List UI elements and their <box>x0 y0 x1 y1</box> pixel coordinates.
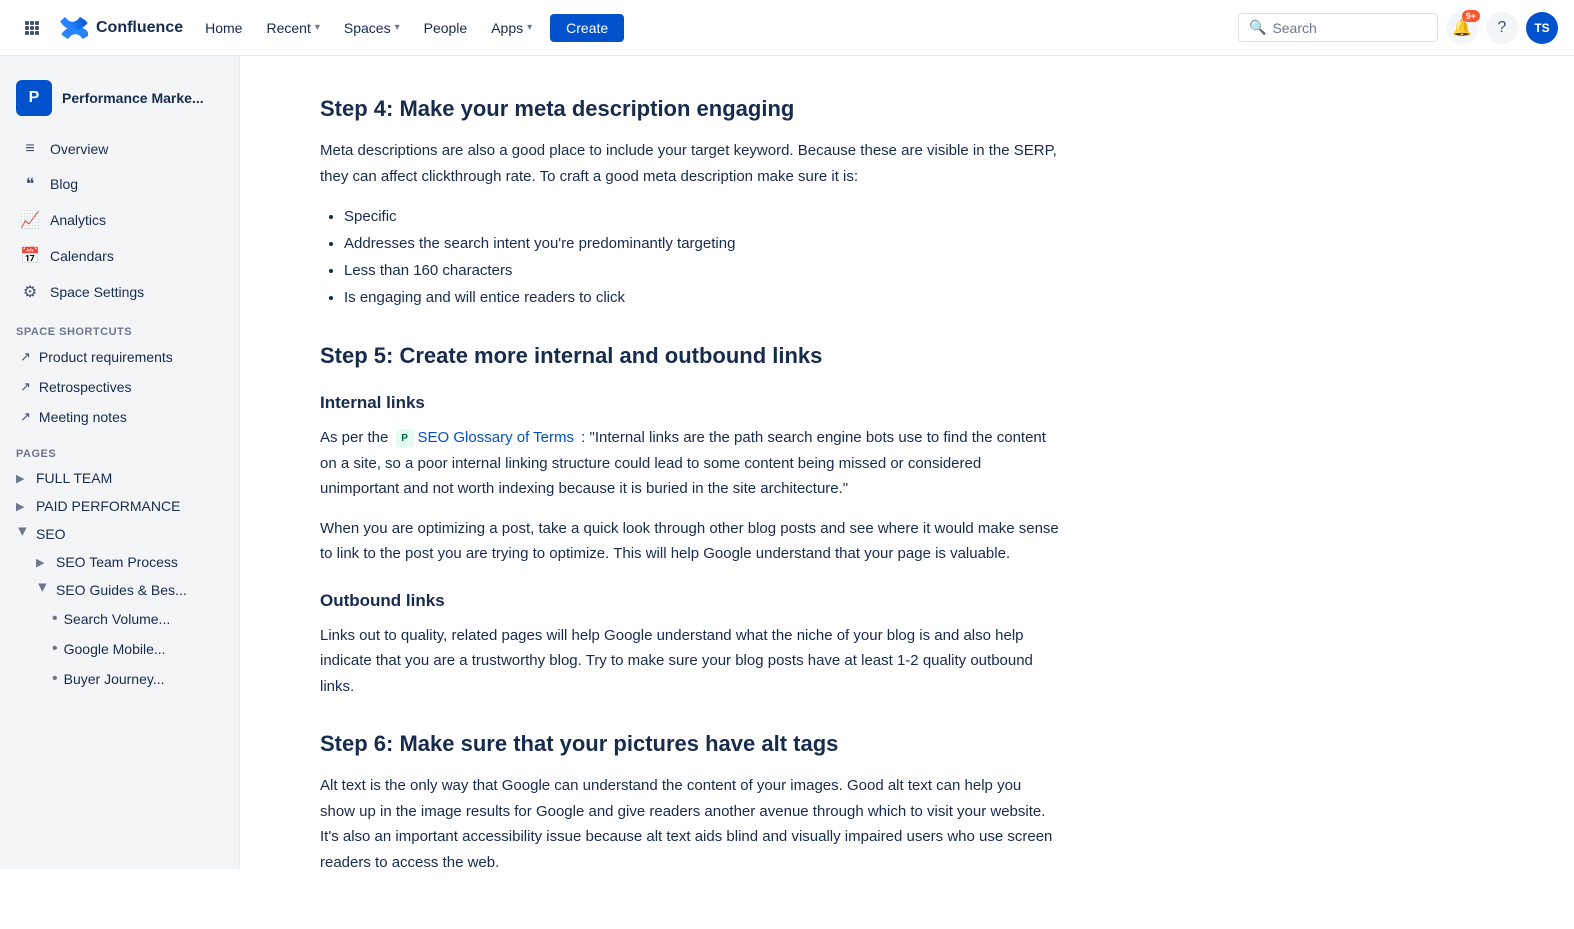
tree-collapse-arrow: ▶ <box>36 556 50 569</box>
tree-item-seo-guides[interactable]: ▶ SEO Guides & Bes... <box>0 576 239 604</box>
sidebar-item-blog[interactable]: ❝ Blog <box>4 166 235 202</box>
recent-link[interactable]: Recent ▾ <box>256 14 329 42</box>
sidebar-item-calendars[interactable]: 📅 Calendars <box>4 238 235 274</box>
overview-icon: ≡ <box>20 140 40 158</box>
avatar[interactable]: TS <box>1526 12 1558 44</box>
people-link[interactable]: People <box>414 14 478 42</box>
shortcuts-section-label: SPACE SHORTCUTS <box>0 310 239 342</box>
external-link-icon: ↗ <box>20 349 31 365</box>
spaces-dropdown-arrow: ▾ <box>395 22 400 33</box>
tree-item-paid-performance[interactable]: ▶ PAID PERFORMANCE <box>0 492 239 520</box>
tree-collapse-arrow: ▶ <box>17 527 30 541</box>
list-item: Specific <box>344 203 1060 230</box>
topnav-right: 🔍 Search 🔔 9+ ? TS <box>1238 12 1558 44</box>
app-layout: P Performance Marke... ≡ Overview ❝ Blog… <box>0 56 1574 929</box>
sidebar-item-label: Blog <box>50 176 78 192</box>
settings-icon: ⚙ <box>20 282 40 302</box>
grid-icon[interactable] <box>16 12 48 44</box>
internal-links-para2: When you are optimizing a post, take a q… <box>320 516 1060 567</box>
notifications-button[interactable]: 🔔 9+ <box>1446 12 1478 44</box>
step6-heading: Step 6: Make sure that your pictures hav… <box>320 731 1060 757</box>
analytics-icon: 📈 <box>20 210 40 230</box>
sidebar-item-label: Analytics <box>50 212 106 228</box>
blog-icon: ❝ <box>20 174 40 194</box>
internal-links-para: As per the PSEO Glossary of Terms : "Int… <box>320 425 1060 502</box>
sidebar-item-label: Calendars <box>50 248 114 264</box>
search-icon: 🔍 <box>1249 19 1266 36</box>
tree-item-google-mobile[interactable]: • Google Mobile... <box>0 634 239 664</box>
sidebar-item-analytics[interactable]: 📈 Analytics <box>4 202 235 238</box>
help-button[interactable]: ? <box>1486 12 1518 44</box>
sidebar-item-label: Space Settings <box>50 284 144 300</box>
outbound-links-heading: Outbound links <box>320 591 1060 611</box>
confluence-logo[interactable]: Confluence <box>60 14 183 42</box>
shortcut-retrospectives[interactable]: ↗ Retrospectives <box>4 372 235 402</box>
internal-links-pre: As per the <box>320 429 388 446</box>
step4-heading: Step 4: Make your meta description engag… <box>320 96 1060 122</box>
tree-item-search-volume[interactable]: • Search Volume... <box>0 604 239 634</box>
bullet-icon: • <box>52 610 58 628</box>
search-input[interactable]: Search <box>1272 20 1316 36</box>
sidebar-item-space-settings[interactable]: ⚙ Space Settings <box>4 274 235 310</box>
sidebar-item-label: Overview <box>50 141 108 157</box>
top-navigation: Confluence Home Recent ▾ Spaces ▾ People… <box>0 0 1574 56</box>
list-item: Less than 160 characters <box>344 257 1060 284</box>
shortcut-meeting-notes[interactable]: ↗ Meeting notes <box>4 402 235 432</box>
pages-section-label: PAGES <box>0 432 239 464</box>
tree-item-full-team[interactable]: ▶ FULL TEAM <box>0 464 239 492</box>
step4-bullet-list: Specific Addresses the search intent you… <box>344 203 1060 311</box>
seo-glossary-link[interactable]: SEO Glossary of Terms <box>418 425 574 451</box>
calendars-icon: 📅 <box>20 246 40 266</box>
home-link[interactable]: Home <box>195 14 252 42</box>
bullet-icon: • <box>52 640 58 658</box>
spaces-link[interactable]: Spaces ▾ <box>334 14 410 42</box>
apps-dropdown-arrow: ▾ <box>527 22 532 33</box>
create-button[interactable]: Create <box>550 14 624 42</box>
space-icon: P <box>16 80 52 116</box>
step5-heading: Step 5: Create more internal and outboun… <box>320 343 1060 369</box>
space-name: Performance Marke... <box>62 89 204 107</box>
step6-para: Alt text is the only way that Google can… <box>320 773 1060 875</box>
tree-collapse-arrow: ▶ <box>16 500 30 513</box>
tree-item-buyer-journey[interactable]: • Buyer Journey... <box>0 664 239 694</box>
sidebar-header: P Performance Marke... <box>0 72 239 132</box>
step4-intro: Meta descriptions are also a good place … <box>320 138 1060 189</box>
apps-link[interactable]: Apps ▾ <box>481 14 542 42</box>
notifications-badge: 9+ <box>1462 10 1480 22</box>
external-link-icon: ↗ <box>20 409 31 425</box>
shortcut-product-requirements[interactable]: ↗ Product requirements <box>4 342 235 372</box>
outbound-links-para: Links out to quality, related pages will… <box>320 623 1060 700</box>
tree-item-seo-team-process[interactable]: ▶ SEO Team Process <box>0 548 239 576</box>
external-link-icon: ↗ <box>20 379 31 395</box>
recent-dropdown-arrow: ▾ <box>315 22 320 33</box>
tree-collapse-arrow: ▶ <box>37 583 50 597</box>
search-box[interactable]: 🔍 Search <box>1238 13 1438 42</box>
main-content: Step 4: Make your meta description engag… <box>240 56 1140 929</box>
list-item: Is engaging and will entice readers to c… <box>344 284 1060 311</box>
page-icon: P <box>396 429 414 447</box>
sidebar-item-overview[interactable]: ≡ Overview <box>4 132 235 166</box>
bullet-icon: • <box>52 670 58 688</box>
tree-collapse-arrow: ▶ <box>16 472 30 485</box>
internal-links-heading: Internal links <box>320 393 1060 413</box>
sidebar: P Performance Marke... ≡ Overview ❝ Blog… <box>0 56 240 869</box>
tree-item-seo[interactable]: ▶ SEO <box>0 520 239 548</box>
logo-text: Confluence <box>96 19 183 37</box>
list-item: Addresses the search intent you're predo… <box>344 230 1060 257</box>
